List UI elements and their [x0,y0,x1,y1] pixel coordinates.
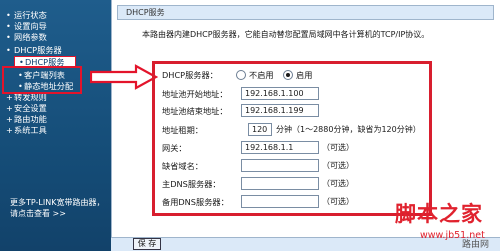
primary-dns-label: 主DNS服务器： [162,179,221,189]
enable-label: 启用 [296,70,313,80]
bullet-icon: + [6,103,13,113]
domain-input[interactable] [241,159,319,172]
sidebar: • 运行状态 • 设置向导 • 网络参数 • DHCP服务器 •DHCP服务 •客户端列… [0,0,111,251]
sidebar-item-routing[interactable]: +路由功能 [6,114,110,125]
secondary-dns-row: 备用DNS服务器： （可选） [162,195,422,209]
sidebar-item-wizard[interactable]: • 设置向导 [6,21,110,32]
save-button[interactable]: 保 存 [133,238,161,250]
domain-label: 缺省域名： [162,161,203,171]
bullet-icon: • [6,21,11,31]
bullet-icon: • [6,45,11,55]
gateway-input[interactable]: 192.168.1.1 [241,141,319,154]
start-address-input[interactable]: 192.168.1.100 [241,87,319,100]
sidebar-item-label: 系统工具 [14,125,47,135]
secondary-dns-input[interactable] [241,195,319,208]
disable-radio[interactable] [236,70,246,80]
primary-dns-row: 主DNS服务器： （可选） [162,177,422,191]
lease-input[interactable]: 120 [248,123,272,136]
secondary-dns-label: 备用DNS服务器： [162,197,229,207]
bullet-icon: + [6,114,13,124]
watermark-site: 路由网 [462,240,490,250]
disable-label: 不启用 [249,70,274,80]
watermark-logo: 脚本之家 [395,201,483,226]
bullet-icon: • [6,10,11,20]
page-title: DHCP服务 [117,5,494,20]
sidebar-item-label: 设置向导 [14,21,47,31]
sidebar-footer: 更多TP-LINK宽带路由器， 请点击查看 >> [10,197,104,219]
end-address-label: 地址池结束地址： [162,106,228,116]
lease-hint: 分钟（1～2880分钟，缺省为120分钟） [276,125,421,134]
intro-text: 本路由器内建DHCP服务器，它能自动替您配置局域网中各计算机的TCP/IP协议。 [142,30,430,39]
dhcp-server-label: DHCP服务器： [162,70,218,80]
sidebar-item-network[interactable]: • 网络参数 [6,32,110,43]
sidebar-item-label: DHCP服务器 [14,45,62,55]
domain-hint: （可选） [322,161,354,170]
gateway-hint: （可选） [322,143,354,152]
gateway-row: 网关： 192.168.1.1 （可选） [162,141,422,155]
dhcp-server-row: DHCP服务器： 不启用 启用 [162,68,422,82]
start-address-label: 地址池开始地址： [162,89,228,99]
primary-dns-hint: （可选） [322,179,354,188]
secondary-dns-hint: （可选） [322,197,354,206]
sidebar-item-status[interactable]: • 运行状态 [6,10,110,21]
sidebar-highlight-frame [2,66,82,94]
lease-row: 地址租期： 120 分钟（1～2880分钟，缺省为120分钟） [162,123,432,137]
end-address-row: 地址池结束地址： 192.168.1.199 [162,104,422,118]
bullet-icon: • [6,32,11,42]
sidebar-item-label: 网络参数 [14,32,47,42]
gateway-label: 网关： [162,143,187,153]
primary-dns-input[interactable] [241,177,319,190]
form-highlight-frame [152,61,432,216]
bullet-icon: + [6,125,13,135]
sidebar-item-label: 运行状态 [14,10,47,20]
more-link[interactable]: 请点击查看 >> [10,208,104,219]
enable-radio[interactable] [283,70,293,80]
start-address-row: 地址池开始地址： 192.168.1.100 [162,87,422,101]
lease-label: 地址租期： [162,125,203,135]
sidebar-item-label: 路由功能 [14,114,47,124]
sidebar-item-dhcp-server[interactable]: • DHCP服务器 [6,45,110,56]
sidebar-item-security[interactable]: +安全设置 [6,103,110,114]
footer-text: 更多TP-LINK宽带路由器， [10,198,105,207]
sidebar-item-system-tools[interactable]: +系统工具 [6,125,110,136]
domain-row: 缺省域名： （可选） [162,159,422,173]
arrow-icon [90,64,158,90]
sidebar-item-label: 安全设置 [14,103,47,113]
end-address-input[interactable]: 192.168.1.199 [241,104,319,117]
